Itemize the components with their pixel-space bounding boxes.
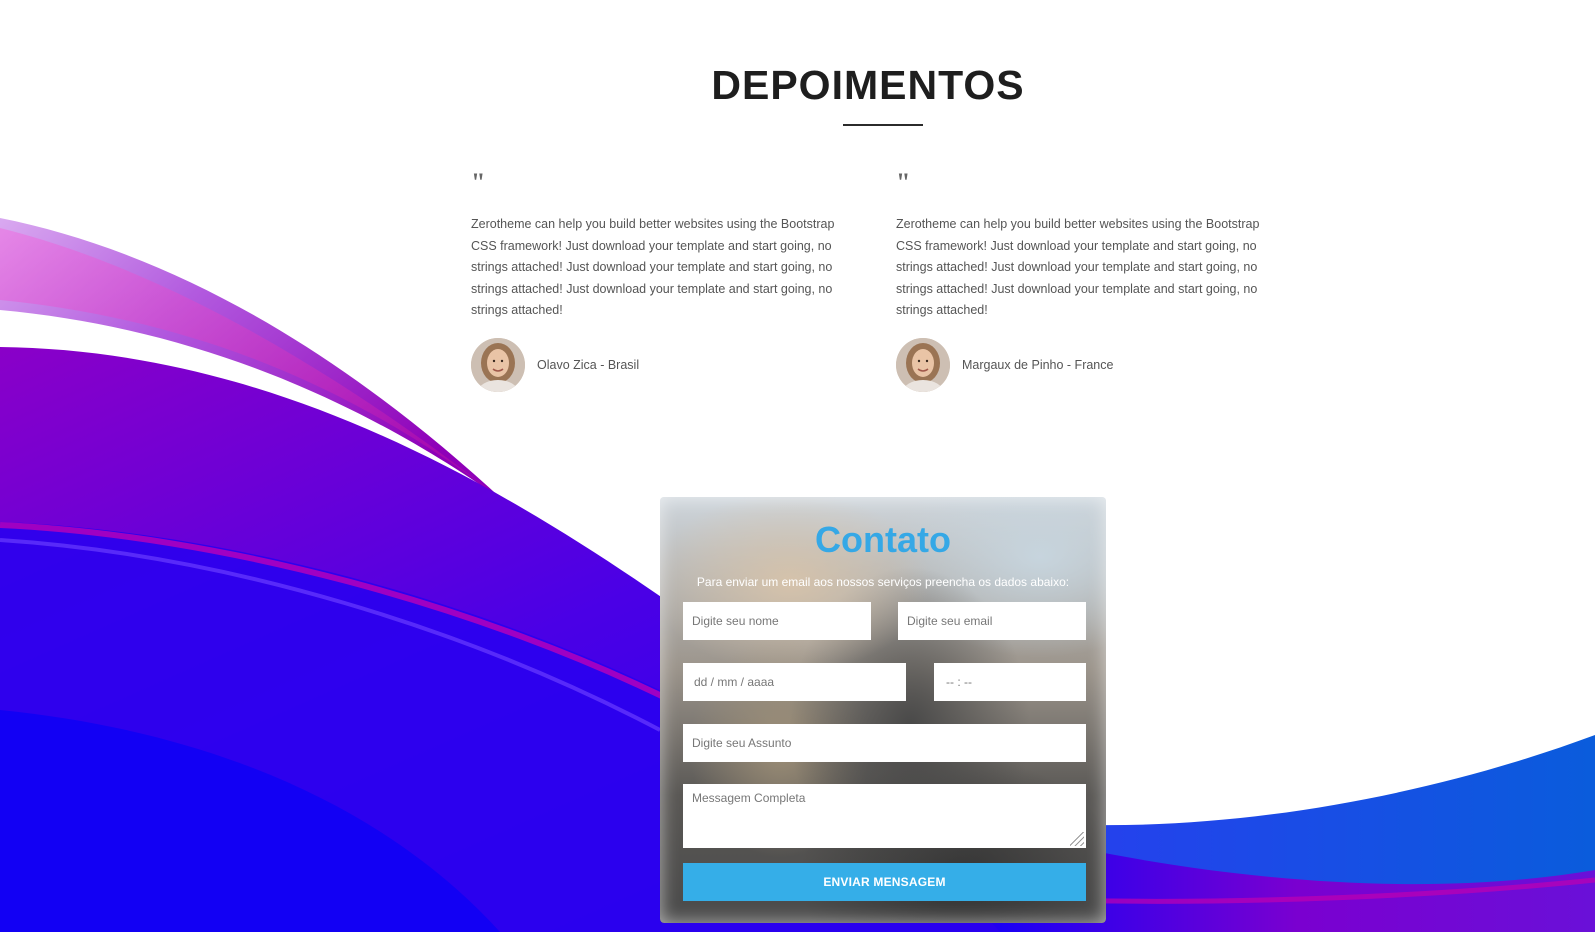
- subject-input[interactable]: [683, 724, 1086, 762]
- contact-subtitle: Para enviar um email aos nossos serviços…: [696, 575, 1070, 589]
- resize-grip-icon[interactable]: [1070, 832, 1084, 846]
- testimonial-author: Margaux de Pinho - France: [896, 337, 1276, 392]
- testimonial-card: " Zerotheme can help you build better we…: [896, 170, 1276, 392]
- author-name: Olavo Zica - Brasil: [537, 357, 640, 372]
- quote-icon: ": [471, 168, 485, 197]
- name-input[interactable]: [683, 602, 871, 640]
- section-title: DEPOIMENTOS: [711, 62, 1025, 108]
- email-input[interactable]: [898, 602, 1086, 640]
- send-message-button[interactable]: ENVIAR MENSAGEM: [683, 863, 1086, 901]
- message-textarea[interactable]: [683, 784, 1086, 848]
- testimonial-text: Zerotheme can help you build better webs…: [471, 217, 835, 318]
- contact-form: Contato Para enviar um email aos nossos …: [660, 497, 1106, 923]
- title-divider: [843, 124, 923, 126]
- testimonial-card: " Zerotheme can help you build better we…: [471, 170, 851, 392]
- time-input[interactable]: [934, 663, 1086, 701]
- testimonial-author: Olavo Zica - Brasil: [471, 337, 851, 392]
- avatar: [896, 337, 950, 392]
- author-name: Margaux de Pinho - France: [962, 357, 1114, 372]
- date-input[interactable]: [683, 663, 906, 701]
- testimonial-text: Zerotheme can help you build better webs…: [896, 217, 1260, 318]
- quote-icon: ": [896, 168, 910, 197]
- contact-title: Contato: [815, 519, 951, 560]
- avatar: [471, 337, 525, 392]
